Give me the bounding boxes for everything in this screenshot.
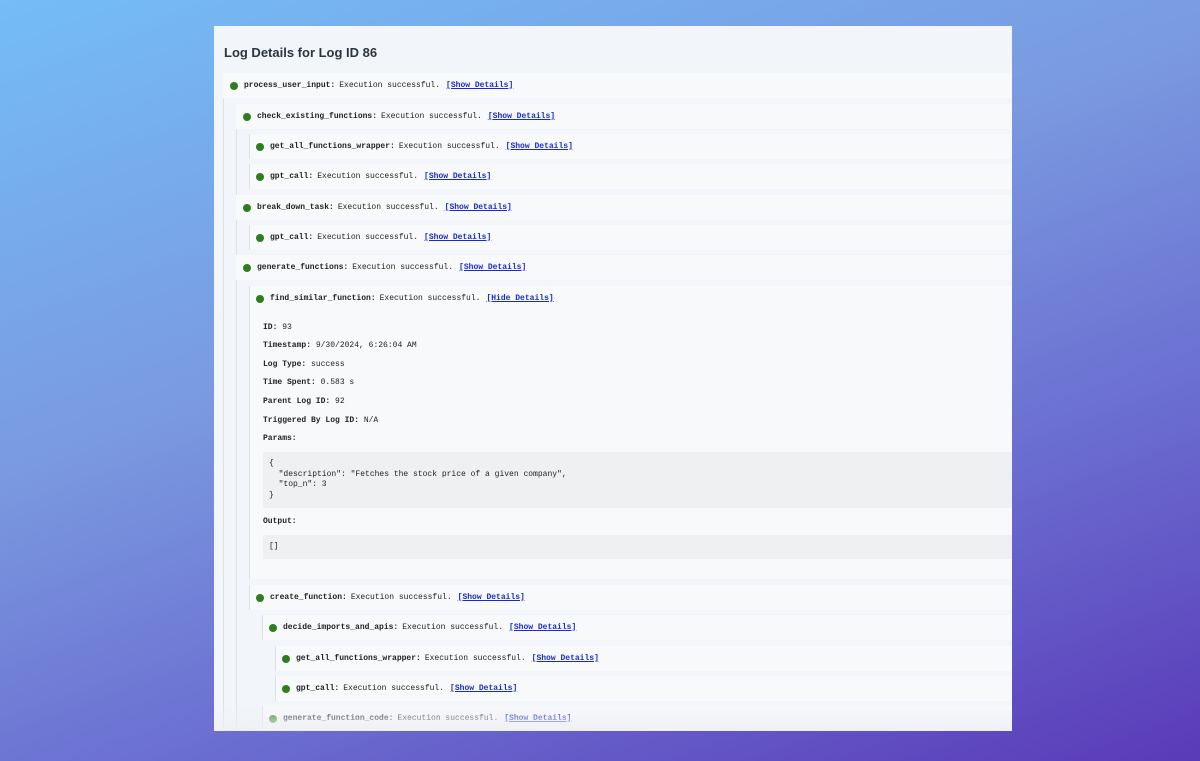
- status-message: Execution successful.: [350, 593, 452, 602]
- field-triggered-by: Triggered By Log ID: N/A: [263, 416, 378, 425]
- log-row: get_all_functions_wrapper: Execution suc…: [249, 134, 1012, 159]
- log-row: gpt_call: Execution successful. [Show De…: [275, 676, 1012, 701]
- field-value: 93: [282, 323, 292, 332]
- field-label: Time Spent:: [263, 378, 316, 387]
- field-label: Timestamp:: [263, 341, 312, 350]
- success-status-icon: [243, 203, 251, 212]
- function-name: gpt_call:: [270, 172, 314, 181]
- log-row: generate_function_code: Execution succes…: [262, 706, 1012, 731]
- field-label: Output:: [263, 517, 297, 526]
- status-message: Execution successful.: [337, 203, 439, 212]
- status-message: Execution successful.: [381, 112, 482, 121]
- function-name: generate_function_code:: [283, 714, 394, 723]
- log-row: break_down_task: Execution successful. […: [236, 195, 1012, 220]
- field-label: ID:: [263, 323, 278, 332]
- log-details-panel: Log Details for Log ID 86 process_user_i…: [214, 26, 1012, 731]
- log-row: generate_functions: Execution successful…: [236, 255, 1012, 280]
- success-status-icon: [243, 263, 251, 272]
- field-timestamp: Timestamp: 9/30/2024, 6:26:04 AM: [263, 341, 417, 350]
- field-label: Triggered By Log ID:: [263, 416, 360, 425]
- success-status-icon: [256, 142, 264, 151]
- success-status-icon: [282, 654, 290, 663]
- success-status-icon: [256, 233, 264, 242]
- tree-guide-line: [223, 73, 224, 731]
- status-message: Execution successful.: [352, 263, 454, 272]
- field-label: Parent Log ID:: [263, 397, 331, 406]
- show-details-link[interactable]: [Show Details]: [488, 112, 555, 121]
- function-name: gpt_call:: [270, 233, 314, 242]
- field-time-spent: Time Spent: 0.583 s: [263, 378, 354, 387]
- status-message: Execution successful.: [424, 654, 526, 663]
- show-details-link[interactable]: [Show Details]: [424, 172, 491, 181]
- success-status-icon: [269, 714, 277, 723]
- show-details-link[interactable]: [Show Details]: [450, 684, 517, 693]
- field-value: success: [311, 360, 345, 369]
- show-details-link[interactable]: [Show Details]: [506, 142, 573, 151]
- success-status-icon: [256, 593, 264, 602]
- success-status-icon: [256, 294, 264, 303]
- show-details-link[interactable]: [Show Details]: [532, 654, 599, 663]
- success-status-icon: [269, 623, 277, 632]
- show-details-link[interactable]: [Show Details]: [458, 593, 525, 602]
- field-value: 9/30/2024, 6:26:04 AM: [315, 341, 417, 350]
- function-name: check_existing_functions:: [257, 112, 378, 121]
- field-log-type: Log Type: success: [263, 360, 345, 369]
- show-details-link[interactable]: [Show Details]: [446, 81, 513, 90]
- status-message: Execution successful.: [402, 623, 504, 632]
- status-message: Execution successful.: [397, 714, 499, 723]
- params-code-block: { "description": "Fetches the stock pric…: [263, 452, 1012, 508]
- field-output: Output:: [263, 517, 297, 526]
- show-details-link[interactable]: [Show Details]: [509, 623, 576, 632]
- field-params: Params:: [263, 434, 297, 443]
- status-message: Execution successful.: [398, 142, 500, 151]
- log-row: gpt_call: Execution successful. [Show De…: [249, 164, 1012, 189]
- field-value: 92: [335, 397, 345, 406]
- function-name: process_user_input:: [244, 81, 336, 90]
- field-label: Params:: [263, 434, 297, 443]
- log-row: check_existing_functions: Execution succ…: [236, 104, 1012, 129]
- function-name: create_function:: [270, 593, 347, 602]
- status-message: Execution successful.: [379, 294, 481, 303]
- log-row: decide_imports_and_apis: Execution succe…: [262, 615, 1012, 640]
- function-name: find_similar_function:: [270, 294, 376, 303]
- function-name: generate_functions:: [257, 263, 349, 272]
- field-value: 0.583 s: [320, 378, 355, 387]
- function-name: decide_imports_and_apis:: [283, 623, 399, 632]
- status-message: Execution successful.: [317, 233, 419, 242]
- success-status-icon: [230, 81, 238, 90]
- field-label: Log Type:: [263, 360, 307, 369]
- log-row: get_all_functions_wrapper: Execution suc…: [275, 646, 1012, 671]
- function-name: gpt_call:: [296, 684, 340, 693]
- status-message: Execution successful.: [339, 81, 441, 90]
- field-parent-log-id: Parent Log ID: 92: [263, 397, 345, 406]
- log-details-expanded: ID: 93 Timestamp: 9/30/2024, 6:26:04 AM …: [249, 311, 1012, 579]
- log-row: create_function: Execution successful. […: [249, 585, 1012, 610]
- show-details-link[interactable]: [Show Details]: [445, 203, 512, 212]
- output-code-block: []: [263, 535, 1012, 559]
- status-message: Execution successful.: [343, 684, 445, 693]
- function-name: break_down_task:: [257, 203, 334, 212]
- success-status-icon: [256, 172, 264, 181]
- show-details-link[interactable]: [Show Details]: [504, 714, 571, 723]
- success-status-icon: [243, 112, 251, 121]
- function-name: get_all_functions_wrapper:: [270, 142, 395, 151]
- log-row: find_similar_function: Execution success…: [249, 286, 1012, 311]
- hide-details-link[interactable]: [Hide Details]: [486, 294, 553, 303]
- log-row: gpt_call: Execution successful. [Show De…: [249, 225, 1012, 250]
- status-message: Execution successful.: [317, 172, 419, 181]
- page-title: Log Details for Log ID 86: [224, 45, 378, 60]
- function-name: get_all_functions_wrapper:: [296, 654, 421, 663]
- show-details-link[interactable]: [Show Details]: [459, 263, 526, 272]
- success-status-icon: [282, 684, 290, 693]
- field-value: N/A: [363, 416, 379, 425]
- show-details-link[interactable]: [Show Details]: [424, 233, 491, 242]
- field-id: ID: 93: [263, 323, 292, 332]
- log-row: process_user_input: Execution successful…: [223, 73, 1012, 98]
